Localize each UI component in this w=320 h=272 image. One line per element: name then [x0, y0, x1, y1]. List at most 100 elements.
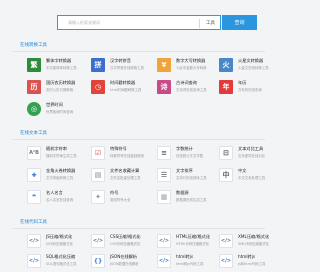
section-code-tools: 在线代码工具 </> JS压缩/格式化 JS代码压缩格式化 </> CSS压缩/… — [12, 219, 269, 272]
tool-desc: SQL语句格式化工具 — [46, 262, 77, 266]
text-compare-icon: ⊟ — [219, 146, 233, 160]
tool-item[interactable]: ✦ 符号 常用符号大全 — [91, 188, 155, 206]
tool-item[interactable]: </> JS压缩/格式化 JS代码压缩格式化 — [27, 232, 91, 250]
tool-item[interactable]: ◷ 时间戳转换器 Unix时间戳转换工具 — [91, 78, 155, 96]
tool-item[interactable]: 繁 繁体字转换器 中文繁简体转换工具 — [27, 56, 91, 74]
poetry-icon: 诗 — [157, 80, 171, 94]
currency-icon: ¥ — [157, 58, 171, 72]
tool-name: 金角火卷转换器 — [46, 168, 76, 173]
tool-name: 文件名收藏计算 — [110, 168, 140, 173]
tool-desc: HTML代码压缩格式化 — [176, 242, 210, 246]
tool-item[interactable]: ≡ 字数统计 在线统计文字字数 — [157, 144, 221, 162]
tool-item[interactable]: 诗 古诗词查询 古诗词在线查询工具 — [157, 78, 221, 96]
tool-item[interactable]: 历 国历农历转换器 农历公历日期转换 — [27, 78, 91, 96]
tool-desc: 中文繁简体转换工具 — [46, 66, 77, 70]
pinyin-icon: 拼 — [91, 58, 105, 72]
tool-name: 汉字转拼音 — [110, 58, 131, 63]
tool-item[interactable]: ☑ 特殊符号 特殊符号在线复制使用 — [91, 144, 155, 162]
symbol-icon: ✦ — [91, 190, 105, 204]
tool-item[interactable]: ▦ 数据源 数据源在线生成工具 — [157, 188, 221, 206]
tool-name: JS压缩/格式化 — [46, 234, 73, 239]
json-icon: {} — [91, 254, 105, 268]
tool-item[interactable]: </> html转js html转js代码工具 — [157, 252, 221, 270]
quote-icon: ❝ — [27, 190, 41, 204]
tool-item[interactable]: ❝ 名人名言 名人名言在线查询 — [27, 188, 91, 206]
header: 工具 查询 — [0, 0, 265, 42]
tool-item[interactable]: ✚ 金角火卷转换器 文字排版转换工具 — [27, 166, 91, 184]
tool-item[interactable]: ☰ 文字排序 文本行在线排序工具 — [157, 166, 221, 184]
tool-name: JSON在线解析 — [110, 254, 138, 259]
tool-item[interactable]: ▤ 文件名收藏计算 文件名批量处理工具 — [91, 166, 155, 184]
tool-name: 字数统计 — [176, 146, 193, 151]
checkbox-icon: ☑ — [91, 146, 105, 160]
tool-desc: 常用符号大全 — [110, 198, 131, 202]
tool-desc: 文本差异在线对比 — [238, 154, 266, 158]
tool-desc: 古诗词在线查询工具 — [176, 88, 207, 92]
tool-name: HTML压缩/格式化 — [176, 234, 211, 239]
html-to-js-icon: </> — [157, 254, 171, 268]
tool-name: CSS压缩/格式化 — [110, 234, 141, 239]
tool-desc: Unix时间戳转换工具 — [110, 88, 142, 92]
world-time-icon: ◎ — [27, 102, 41, 116]
tool-name: 文本对比工具 — [238, 146, 264, 151]
tool-name: 中文 — [238, 168, 247, 173]
tool-item[interactable]: </> CSS压缩/格式化 CSS代码压缩格式化 — [91, 232, 155, 250]
tool-name: SQL格式化压缩 — [46, 254, 76, 259]
tool-desc: html转js代码工具 — [176, 262, 204, 266]
tool-name: html转js — [238, 254, 256, 259]
tool-name: html转js — [176, 254, 194, 259]
tool-item[interactable]: A¹B 随机字符串 随机字符串生成工具 — [27, 144, 91, 162]
tool-item[interactable]: </> HTML压缩/格式化 HTML代码压缩格式化 — [157, 232, 221, 250]
tool-item[interactable]: 火 火星文转换器 火星文在线转换工具 — [219, 56, 283, 74]
tool-desc: JS代码压缩格式化 — [46, 242, 73, 246]
tool-item[interactable]: ◎ 世界时间 世界各地时间查询 — [27, 100, 91, 118]
tool-name: 古诗词查询 — [176, 80, 197, 85]
tool-desc: 世界各地时间查询 — [46, 110, 74, 114]
tool-name: XML压缩/格式化 — [238, 234, 270, 239]
tool-item[interactable]: </> SQL格式化压缩 SQL语句格式化工具 — [27, 252, 91, 270]
tool-item[interactable]: 中 中文 中文文本处理工具 — [219, 166, 283, 184]
tool-desc: 随机字符串生成工具 — [46, 154, 77, 158]
section-title: 在线文本工具 — [20, 131, 47, 136]
tool-item[interactable]: 年 年历 万年历在线查询 — [219, 78, 283, 96]
tool-item[interactable]: ¥ 数字大写转换器 人民币金额大写转换 — [157, 56, 221, 74]
tool-desc: 汉字拼音在线转换工具 — [110, 66, 144, 70]
xml-format-icon: </> — [219, 234, 233, 248]
js-to-html-icon: </> — [219, 254, 233, 268]
tool-item[interactable]: 拼 汉字转拼音 汉字拼音在线转换工具 — [91, 56, 155, 74]
search-scope-select[interactable]: 工具 — [206, 20, 215, 26]
martian-text-icon: 火 — [219, 58, 233, 72]
js-format-icon: </> — [27, 234, 41, 248]
random-string-icon: A¹B — [27, 146, 41, 160]
tool-item[interactable]: </> html转js js转html代码工具 — [219, 252, 283, 270]
tool-desc: js转html代码工具 — [238, 262, 266, 266]
traditional-chinese-icon: 繁 — [27, 58, 41, 72]
tool-desc: XML代码压缩格式化 — [238, 242, 269, 246]
section-divider — [12, 139, 265, 140]
tool-item[interactable]: </> XML压缩/格式化 XML代码压缩格式化 — [219, 232, 283, 250]
tool-desc: 中文文本处理工具 — [238, 176, 266, 180]
tool-desc: 火星文在线转换工具 — [238, 66, 269, 70]
tool-item[interactable]: ⊟ 文本对比工具 文本差异在线对比 — [219, 144, 283, 162]
tool-name: 数据源 — [176, 190, 189, 195]
chinese-text-icon: 中 — [219, 168, 233, 182]
text-convert-icon: ✚ — [27, 168, 41, 182]
tool-desc: 农历公历日期转换 — [46, 88, 74, 92]
tool-item[interactable]: {} JSON在线解析 JSON数据在线解析 — [91, 252, 155, 270]
search-box: 工具 — [57, 15, 221, 30]
tool-desc: CSS代码压缩格式化 — [110, 242, 141, 246]
text-sort-icon: ☰ — [157, 168, 171, 182]
tool-desc: 人民币金额大写转换 — [176, 66, 207, 70]
tool-desc: 在线统计文字字数 — [176, 154, 204, 158]
tool-name: 繁体字转换器 — [46, 58, 72, 63]
tool-name: 文字排序 — [176, 168, 193, 173]
search-input[interactable] — [58, 16, 158, 29]
section-title: 在线代码工具 — [20, 220, 47, 225]
section-divider — [12, 228, 265, 229]
tool-name: 火星文转换器 — [238, 58, 264, 63]
css-format-icon: </> — [91, 234, 105, 248]
search-button[interactable]: 查询 — [222, 15, 257, 30]
tool-name: 名人名言 — [46, 190, 63, 195]
word-count-icon: ≡ — [157, 146, 171, 160]
tool-name: 世界时间 — [46, 102, 63, 107]
